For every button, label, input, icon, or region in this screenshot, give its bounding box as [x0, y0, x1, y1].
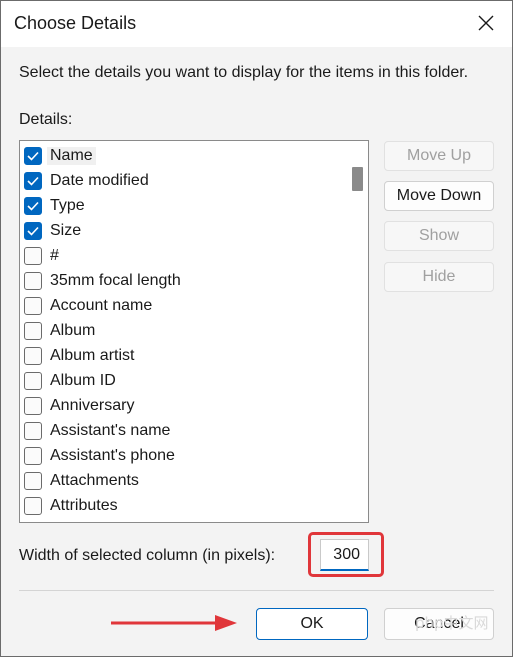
list-item-label: Attributes — [50, 497, 118, 514]
checkbox[interactable] — [24, 422, 42, 440]
checkbox[interactable] — [24, 472, 42, 490]
list-item[interactable]: # — [24, 244, 340, 268]
list-item[interactable]: Type — [24, 194, 340, 218]
list-item-label: Account name — [50, 297, 153, 314]
list-item-label: Anniversary — [50, 397, 135, 414]
checkbox[interactable] — [24, 297, 42, 315]
list-item-label: Date modified — [50, 172, 149, 189]
choose-details-dialog: Choose Details Select the details you wa… — [0, 0, 513, 657]
list-item[interactable]: Attributes — [24, 494, 340, 518]
checkbox[interactable] — [24, 447, 42, 465]
show-button[interactable]: Show — [384, 221, 494, 251]
list-item-label: Album — [50, 322, 96, 339]
list-item[interactable]: Account name — [24, 294, 340, 318]
list-item-label: # — [50, 247, 59, 264]
divider — [19, 590, 494, 591]
details-label: Details: — [19, 111, 73, 128]
checkbox[interactable] — [24, 397, 42, 415]
checkbox[interactable] — [24, 172, 42, 190]
close-icon — [478, 15, 494, 31]
list-item[interactable]: Album — [24, 319, 340, 343]
list-item[interactable]: Size — [24, 219, 340, 243]
list-item[interactable]: Assistant's phone — [24, 444, 340, 468]
check-icon — [27, 201, 39, 211]
list-scrollbar[interactable] — [344, 141, 368, 522]
scrollbar-thumb[interactable] — [352, 167, 363, 191]
checkbox[interactable] — [24, 222, 42, 240]
list-item[interactable]: 35mm focal length — [24, 269, 340, 293]
checkbox[interactable] — [24, 522, 42, 523]
list-item-label: Assistant's name — [50, 422, 171, 439]
checkbox[interactable] — [24, 372, 42, 390]
check-icon — [27, 226, 39, 236]
list-item[interactable]: Anniversary — [24, 394, 340, 418]
dialog-title: Choose Details — [14, 13, 137, 33]
column-width-label: Width of selected column (in pixels): — [19, 547, 276, 564]
checkbox[interactable] — [24, 497, 42, 515]
list-item[interactable]: Date modified — [24, 169, 340, 193]
hide-button[interactable]: Hide — [384, 262, 494, 292]
move-up-button[interactable]: Move Up — [384, 141, 494, 171]
dialog-description: Select the details you want to display f… — [19, 64, 469, 81]
list-item[interactable]: Album artist — [24, 344, 340, 368]
checkbox[interactable] — [24, 347, 42, 365]
list-item-label: Assistant's phone — [50, 447, 175, 464]
checkbox[interactable] — [24, 322, 42, 340]
red-arrow-icon — [111, 615, 237, 631]
list-item[interactable]: Album ID — [24, 369, 340, 393]
list-item-label: Attachments — [50, 472, 139, 489]
checkbox[interactable] — [24, 247, 42, 265]
close-button[interactable] — [474, 11, 498, 35]
watermark: php中文网 — [415, 614, 489, 632]
checkbox[interactable] — [24, 272, 42, 290]
list-item[interactable]: Assistant's name — [24, 419, 340, 443]
checkbox[interactable] — [24, 147, 42, 165]
move-down-button[interactable]: Move Down — [384, 181, 494, 211]
check-icon — [27, 176, 39, 186]
list-item-label: Type — [50, 197, 85, 214]
list-item-label: Album artist — [50, 347, 135, 364]
list-item-label: Size — [50, 222, 82, 239]
list-item[interactable]: Name — [24, 144, 340, 168]
list-item-label: Name — [47, 147, 96, 165]
checkbox[interactable] — [24, 197, 42, 215]
list-item[interactable]: Attachments — [24, 469, 340, 493]
title-bar: Choose Details — [1, 1, 512, 47]
details-list[interactable]: Name Date modified Type Size #35mm focal len… — [19, 140, 369, 523]
list-item-label: 35mm focal length — [50, 272, 181, 289]
ok-button[interactable]: OK — [256, 608, 368, 640]
list-item-label: Album ID — [50, 372, 116, 389]
column-width-input[interactable]: 300 — [320, 539, 369, 571]
list-item[interactable] — [24, 519, 340, 523]
check-icon — [27, 151, 39, 161]
